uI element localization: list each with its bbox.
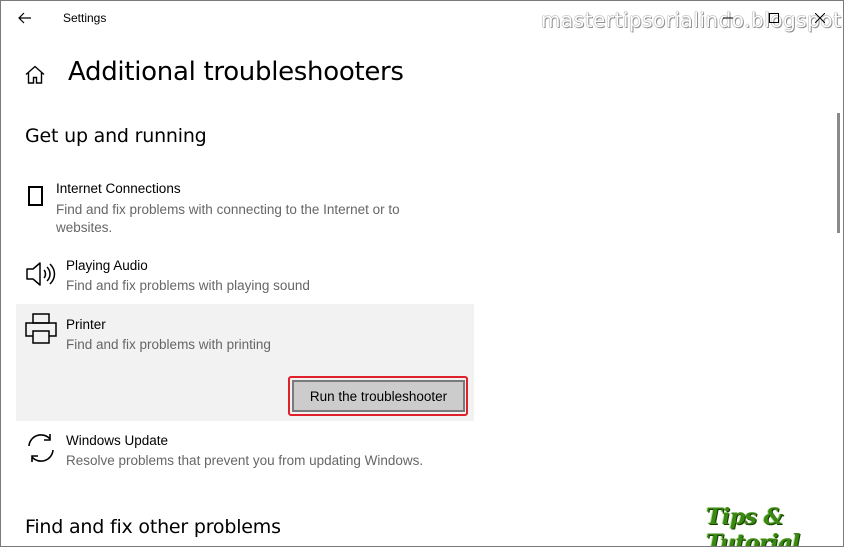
speaker-icon bbox=[26, 262, 56, 286]
section-title-other: Find and fix other problems bbox=[25, 516, 281, 538]
troubleshooter-audio[interactable]: Playing Audio Find and fix problems with… bbox=[16, 256, 474, 300]
minimize-icon bbox=[723, 17, 733, 19]
page-title: Additional troubleshooters bbox=[68, 57, 404, 87]
brand-logo: Tips & Tutorial bbox=[706, 504, 800, 547]
item-name: Windows Update bbox=[66, 433, 169, 448]
app-title: Settings bbox=[63, 11, 107, 25]
section-title-get-up: Get up and running bbox=[25, 125, 207, 147]
run-troubleshooter-button[interactable]: Run the troubleshooter bbox=[292, 380, 465, 412]
settings-window: Settings mastertipsorialindo.blogspot.co… bbox=[0, 0, 844, 547]
home-icon[interactable] bbox=[23, 63, 47, 87]
close-icon bbox=[815, 13, 825, 23]
item-description: Find and fix problems with printing bbox=[66, 337, 271, 352]
minimize-button[interactable] bbox=[705, 1, 751, 35]
item-description: Find and fix problems with connecting to… bbox=[56, 202, 400, 235]
printer-icon bbox=[25, 313, 57, 344]
close-button[interactable] bbox=[797, 1, 843, 35]
sync-icon bbox=[28, 434, 54, 462]
title-bar: Settings mastertipsorialindo.blogspot.co… bbox=[1, 1, 843, 35]
troubleshooter-internet[interactable]: Internet Connections Find and fix proble… bbox=[16, 179, 474, 239]
back-button[interactable] bbox=[9, 5, 41, 31]
troubleshooter-windows-update[interactable]: Windows Update Resolve problems that pre… bbox=[16, 431, 474, 475]
item-name: Playing Audio bbox=[66, 258, 148, 273]
scrollbar-thumb[interactable] bbox=[837, 113, 840, 233]
maximize-icon bbox=[769, 13, 779, 23]
item-name: Printer bbox=[66, 317, 106, 332]
item-description: Resolve problems that prevent you from u… bbox=[66, 453, 424, 468]
monitor-icon bbox=[28, 186, 43, 206]
item-name: Internet Connections bbox=[56, 181, 181, 196]
item-description: Find and fix problems with playing sound bbox=[66, 278, 310, 293]
back-arrow-icon bbox=[18, 12, 31, 24]
maximize-button[interactable] bbox=[751, 1, 797, 35]
